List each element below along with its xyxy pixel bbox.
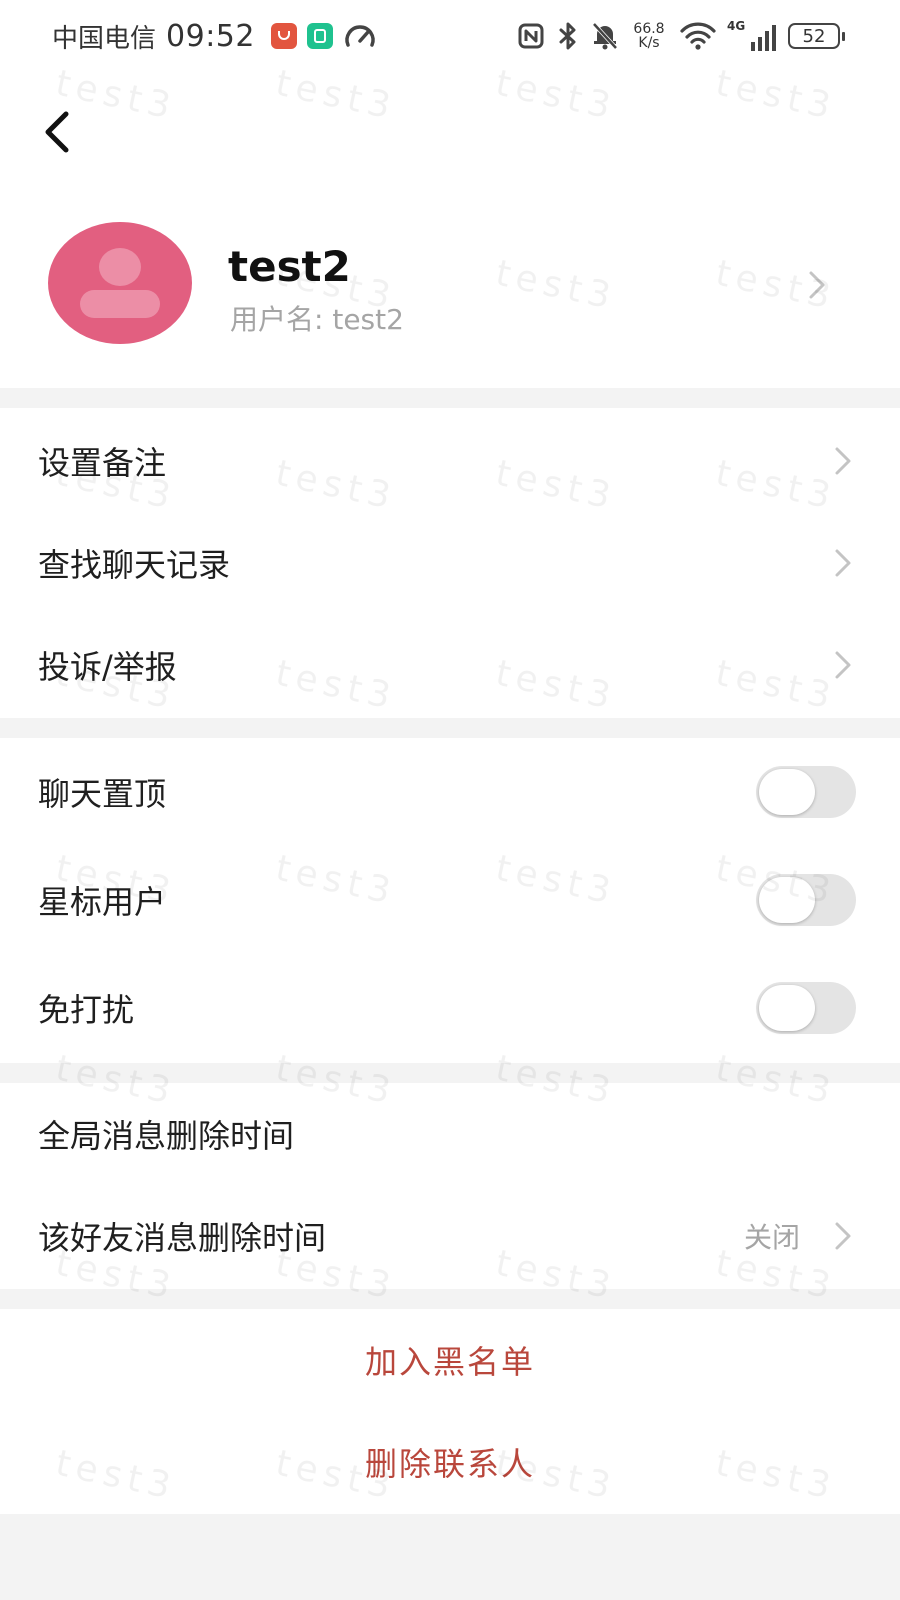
status-left: 中国电信 09:52 (52, 14, 377, 58)
chevron-right-icon (835, 651, 851, 679)
do-not-disturb-label: 免打扰 (38, 991, 135, 1029)
nfc-icon (518, 23, 544, 49)
chevron-right-icon (809, 271, 825, 299)
header (0, 72, 900, 192)
clock: 09:52 (166, 18, 255, 54)
network-type-label: 4G (727, 19, 746, 33)
delete-contact-label: 删除联系人 (364, 1445, 535, 1483)
do-not-disturb-toggle[interactable] (756, 982, 856, 1034)
actions-section: 加入黑名单 删除联系人 (0, 1309, 900, 1514)
back-button[interactable] (36, 100, 80, 160)
bell-muted-icon (592, 22, 618, 50)
set-remark-row[interactable]: 设置备注 (0, 410, 900, 512)
search-chat-history-label: 查找聊天记录 (38, 546, 231, 584)
bluetooth-icon (559, 22, 576, 50)
friend-delete-time-row[interactable]: 该好友消息删除时间 关闭 (0, 1185, 900, 1287)
menu-section: 设置备注 查找聊天记录 投诉/举报 (0, 408, 900, 718)
profile-card[interactable]: test2 用户名: test2 (0, 192, 900, 388)
status-bar: 中国电信 09:52 66.8 K/s 4G 52 (0, 0, 900, 72)
toggle-knob (759, 985, 815, 1031)
avatar (48, 222, 192, 344)
pin-chat-label: 聊天置顶 (38, 775, 167, 813)
delete-time-section: 全局消息删除时间 该好友消息删除时间 关闭 (0, 1083, 900, 1289)
report-row[interactable]: 投诉/举报 (0, 614, 900, 716)
cellular-signal-icon: 4G (727, 19, 776, 51)
battery-icon: 52 (788, 23, 845, 49)
battery-level: 52 (802, 25, 826, 47)
set-remark-label: 设置备注 (38, 444, 167, 482)
report-label: 投诉/举报 (38, 648, 177, 686)
friend-delete-time-label: 该好友消息删除时间 (38, 1219, 327, 1257)
app-notification-icon (306, 23, 333, 49)
star-user-row: 星标用户 (0, 848, 900, 952)
global-delete-time-row[interactable]: 全局消息删除时间 (0, 1083, 900, 1185)
delete-contact-button[interactable]: 删除联系人 (0, 1411, 900, 1513)
contact-settings-screen: 中国电信 09:52 66.8 K/s 4G 52 test2 用户名: tes… (0, 0, 900, 1600)
network-speed-unit: K/s (638, 35, 660, 51)
wifi-icon (680, 22, 716, 50)
carrier-label: 中国电信 (52, 23, 157, 54)
star-user-toggle[interactable] (756, 874, 856, 926)
search-chat-history-row[interactable]: 查找聊天记录 (0, 512, 900, 614)
status-right: 66.8 K/s 4G 52 (517, 14, 845, 58)
add-to-blacklist-button[interactable]: 加入黑名单 (0, 1309, 900, 1411)
chevron-right-icon (835, 549, 851, 577)
do-not-disturb-row: 免打扰 (0, 956, 900, 1060)
avatar-person-body (80, 290, 160, 318)
profile-username: 用户名: test2 (230, 303, 404, 336)
chevron-right-icon (835, 447, 851, 475)
toggle-knob (759, 877, 815, 923)
profile-name: test2 (228, 242, 351, 291)
speedometer-icon (345, 25, 375, 47)
global-delete-time-label: 全局消息删除时间 (38, 1117, 295, 1155)
avatar-person-head (99, 248, 141, 286)
star-user-label: 星标用户 (38, 883, 167, 921)
chevron-left-icon (45, 111, 69, 153)
chevron-right-icon (835, 1222, 851, 1250)
pin-chat-toggle[interactable] (756, 766, 856, 818)
network-speed: 66.8 K/s (631, 22, 667, 50)
pin-chat-row: 聊天置顶 (0, 740, 900, 844)
toggle-section: 聊天置顶 星标用户 免打扰 (0, 738, 900, 1063)
network-speed-value: 66.8 (633, 21, 665, 37)
friend-delete-time-value: 关闭 (743, 1221, 800, 1254)
toggle-knob (759, 769, 815, 815)
add-to-blacklist-label: 加入黑名单 (364, 1343, 535, 1381)
app-notification-icon (270, 23, 297, 49)
